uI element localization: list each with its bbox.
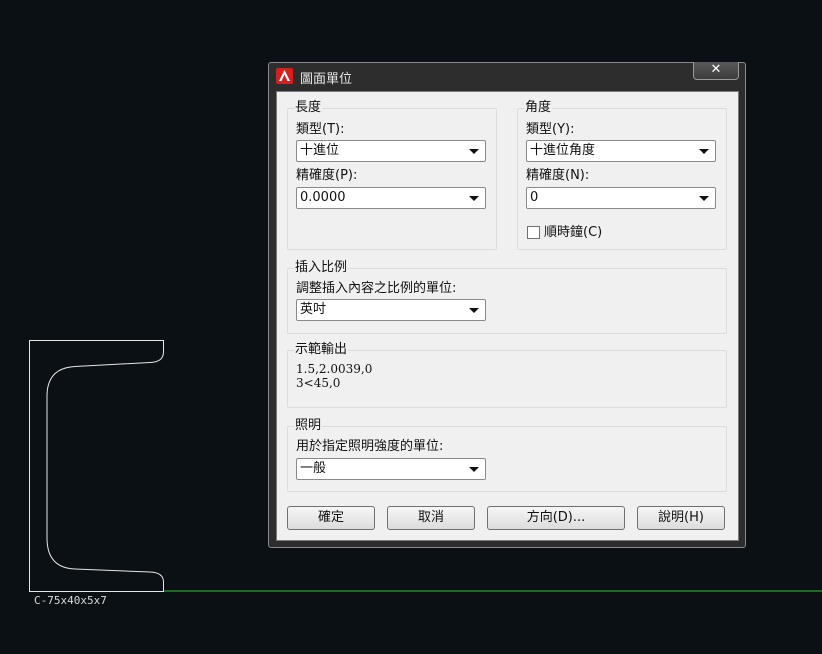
angle-group-title: 角度 <box>524 100 553 116</box>
length-precision-value: 0.0000 <box>300 190 346 205</box>
dialog-client-area: 長度 類型(T): 十進位 精確度(P): 0.0000 角度 類型(Y): 十… <box>276 91 739 541</box>
angle-precision-value: 0 <box>530 190 539 205</box>
ok-button[interactable]: 確定 <box>287 506 375 530</box>
insertion-units-select[interactable]: 英吋 <box>296 299 486 321</box>
help-button[interactable]: 說明(H) <box>637 506 725 530</box>
chevron-down-icon <box>469 467 479 472</box>
sample-output-group-title: 示範輸出 <box>294 342 349 358</box>
angle-precision-label: 精確度(N): <box>526 168 590 183</box>
chevron-down-icon <box>469 196 479 201</box>
dialog-title: 圖面單位 <box>300 72 353 87</box>
direction-button[interactable]: 方向(D)... <box>487 506 625 530</box>
insertion-scale-group-title: 插入比例 <box>294 260 349 276</box>
drawing-units-dialog: 圖面單位 ✕ 長度 類型(T): 十進位 精確度(P): 0.0000 角度 類… <box>268 62 746 548</box>
lighting-units-value: 一般 <box>300 461 327 476</box>
insertion-units-value: 英吋 <box>300 302 327 317</box>
chevron-down-icon <box>699 196 709 201</box>
angle-precision-select[interactable]: 0 <box>526 187 716 209</box>
chevron-down-icon <box>699 149 709 154</box>
close-button[interactable]: ✕ <box>693 62 739 80</box>
sample-output-group: 示範輸出 <box>287 342 727 408</box>
chevron-down-icon <box>469 149 479 154</box>
chevron-down-icon <box>469 308 479 313</box>
angle-type-select[interactable]: 十進位角度 <box>526 140 716 162</box>
length-group-title: 長度 <box>294 100 323 116</box>
clockwise-checkbox[interactable] <box>527 226 540 239</box>
sample-output-line-1: 1.5,2.0039,0 <box>296 362 373 376</box>
length-precision-label: 精確度(P): <box>296 168 358 183</box>
angle-type-label: 類型(Y): <box>526 122 575 137</box>
length-precision-select[interactable]: 0.0000 <box>296 187 486 209</box>
lighting-units-label: 用於指定照明強度的單位: <box>296 439 444 454</box>
length-type-value: 十進位 <box>300 143 340 158</box>
channel-profile-outline <box>29 340 164 592</box>
length-type-label: 類型(T): <box>296 122 345 137</box>
lighting-group-title: 照明 <box>294 418 323 434</box>
cancel-button[interactable]: 取消 <box>387 506 475 530</box>
sample-output-line-2: 3<45,0 <box>296 376 341 390</box>
clockwise-label[interactable]: 順時鐘(C) <box>544 225 602 241</box>
profile-label: C-75x40x5x7 <box>34 594 107 607</box>
close-icon: ✕ <box>710 62 722 77</box>
insertion-units-label: 調整插入內容之比例的單位: <box>296 281 457 296</box>
autocad-app-icon <box>276 68 293 84</box>
angle-type-value: 十進位角度 <box>530 143 596 158</box>
dialog-titlebar[interactable]: 圖面單位 ✕ <box>269 62 745 89</box>
lighting-units-select[interactable]: 一般 <box>296 458 486 480</box>
length-type-select[interactable]: 十進位 <box>296 140 486 162</box>
